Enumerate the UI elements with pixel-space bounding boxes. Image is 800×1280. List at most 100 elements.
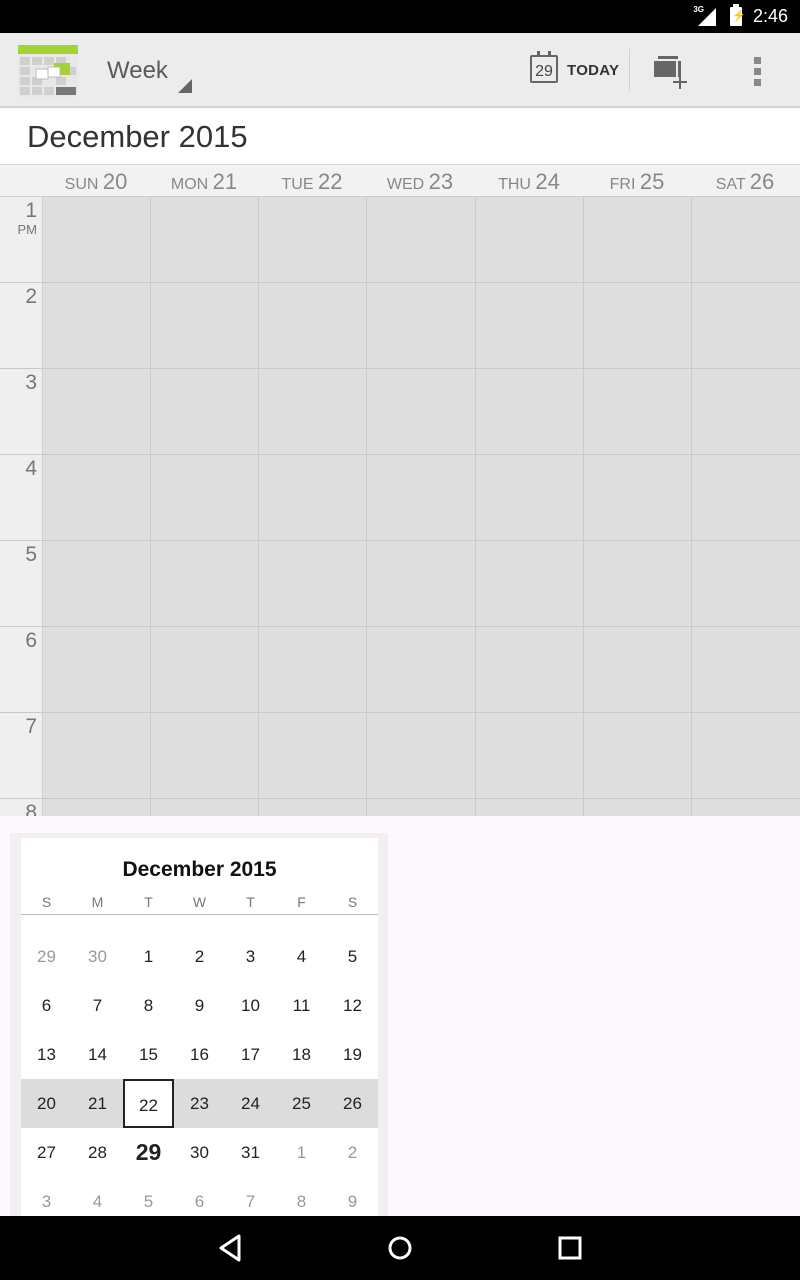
signal-icon bbox=[698, 8, 716, 26]
day-header-dow: TUE bbox=[281, 176, 318, 193]
mini-calendar-day[interactable]: 20 bbox=[21, 1079, 72, 1128]
mini-calendar-day[interactable]: 27 bbox=[21, 1128, 72, 1177]
day-header-dow: SAT bbox=[715, 176, 750, 193]
new-event-button[interactable] bbox=[648, 47, 698, 95]
mini-calendar-day[interactable]: 26 bbox=[327, 1079, 378, 1128]
mini-calendar-day[interactable]: 3 bbox=[225, 932, 276, 981]
mini-calendar-day[interactable]: 22 bbox=[123, 1079, 174, 1128]
day-column-divider bbox=[258, 197, 259, 816]
day-header-fri[interactable]: FRI 25 bbox=[583, 169, 691, 195]
recents-icon bbox=[558, 1236, 582, 1260]
day-header-dow: THU bbox=[498, 176, 536, 193]
day-header-date: 23 bbox=[428, 169, 454, 194]
mini-calendar-day[interactable]: 19 bbox=[327, 1030, 378, 1079]
mini-calendar-day[interactable]: 15 bbox=[123, 1030, 174, 1079]
hour-gridline bbox=[0, 798, 800, 799]
mini-calendar-dow: T bbox=[144, 894, 153, 910]
back-icon bbox=[219, 1234, 241, 1262]
mini-calendar-day[interactable]: 29 bbox=[123, 1128, 174, 1177]
mini-calendar-day[interactable]: 1 bbox=[123, 932, 174, 981]
day-header-tue[interactable]: TUE 22 bbox=[258, 169, 366, 195]
day-column-divider bbox=[691, 197, 692, 816]
mini-calendar-day[interactable]: 1 bbox=[276, 1128, 327, 1177]
today-button[interactable]: 29 TODAY bbox=[522, 45, 626, 97]
mini-calendar-day[interactable]: 7 bbox=[72, 981, 123, 1030]
day-header-mon[interactable]: MON 21 bbox=[150, 169, 258, 195]
mini-calendar-day[interactable]: 23 bbox=[174, 1079, 225, 1128]
day-column-divider bbox=[475, 197, 476, 816]
day-header-date: 22 bbox=[317, 169, 343, 194]
mini-calendar-day[interactable]: 29 bbox=[21, 932, 72, 981]
hour-label: 3 bbox=[25, 371, 37, 394]
recents-button[interactable] bbox=[552, 1230, 588, 1266]
day-header-date: 20 bbox=[102, 169, 128, 194]
hour-label: 7 bbox=[25, 715, 37, 738]
view-spinner-label: Week bbox=[107, 57, 168, 84]
mini-calendar-day[interactable]: 12 bbox=[327, 981, 378, 1030]
mini-calendar-day[interactable]: 8 bbox=[123, 981, 174, 1030]
mini-calendar-dow: F bbox=[297, 894, 306, 910]
mini-calendar-dow: T bbox=[246, 894, 255, 910]
mini-calendar-dow: S bbox=[347, 894, 358, 910]
mini-calendar-day[interactable]: 11 bbox=[276, 981, 327, 1030]
home-button[interactable] bbox=[382, 1230, 418, 1266]
mini-calendar-day[interactable]: 14 bbox=[72, 1030, 123, 1079]
mini-calendar-title: December 2015 bbox=[122, 858, 277, 881]
hour-label: 4 bbox=[25, 457, 37, 480]
mini-calendar-day[interactable]: 2 bbox=[174, 932, 225, 981]
home-icon bbox=[388, 1236, 412, 1260]
day-header-dow: WED bbox=[386, 176, 429, 193]
mini-calendar-day[interactable]: 5 bbox=[327, 932, 378, 981]
overflow-menu-button[interactable] bbox=[740, 47, 776, 95]
mini-calendar-divider bbox=[21, 914, 378, 915]
day-column-divider bbox=[583, 197, 584, 816]
view-spinner[interactable]: Week bbox=[96, 43, 196, 99]
mini-calendar-day[interactable]: 28 bbox=[72, 1128, 123, 1177]
mini-calendar-day[interactable]: 31 bbox=[225, 1128, 276, 1177]
overflow-menu-dot bbox=[754, 68, 761, 75]
hour-label: 5 bbox=[25, 543, 37, 566]
battery-icon: ⚡ bbox=[730, 4, 746, 26]
hour-gridline bbox=[0, 712, 800, 713]
hour-label: 1 bbox=[25, 199, 37, 222]
overflow-menu-dot bbox=[754, 79, 761, 86]
mini-calendar-day[interactable]: 18 bbox=[276, 1030, 327, 1079]
mini-calendar-day[interactable]: 9 bbox=[174, 981, 225, 1030]
calendar-today-icon: 29 bbox=[530, 51, 558, 83]
mini-calendar-day[interactable]: 2 bbox=[327, 1128, 378, 1177]
mini-calendar-day[interactable]: 17 bbox=[225, 1030, 276, 1079]
new-event-icon bbox=[654, 56, 687, 89]
mini-calendar-dow: S bbox=[41, 894, 52, 910]
day-header-sat[interactable]: SAT 26 bbox=[691, 169, 799, 195]
mini-calendar-day[interactable]: 25 bbox=[276, 1079, 327, 1128]
back-button[interactable] bbox=[213, 1230, 249, 1266]
week-grid[interactable]: 1 2 3 4 5 6 7 8 PM bbox=[0, 197, 800, 816]
mini-calendar-day[interactable]: 4 bbox=[276, 932, 327, 981]
day-header-wed[interactable]: WED 23 bbox=[366, 169, 474, 195]
hour-gridline bbox=[0, 626, 800, 627]
mini-calendar-day[interactable]: 21 bbox=[72, 1079, 123, 1128]
hour-label: 6 bbox=[25, 629, 37, 652]
action-bar: Week 29 TODAY bbox=[0, 33, 800, 108]
day-header-thu[interactable]: THU 24 bbox=[475, 169, 583, 195]
mini-calendar-day[interactable]: 13 bbox=[21, 1030, 72, 1079]
hour-gridline bbox=[0, 368, 800, 369]
mini-calendar-day[interactable]: 30 bbox=[174, 1128, 225, 1177]
mini-calendar-dow: M bbox=[91, 894, 104, 910]
mini-calendar-day[interactable]: 24 bbox=[225, 1079, 276, 1128]
day-column-divider bbox=[150, 197, 151, 816]
mini-calendar-day[interactable]: 16 bbox=[174, 1030, 225, 1079]
dropdown-triangle-icon bbox=[178, 79, 192, 93]
hour-label: 2 bbox=[25, 285, 37, 308]
mini-calendar: December 2015 S M T W T F S 29 30 1 2 3 4 5 6 7 8 9 10 11 12… bbox=[21, 838, 378, 1216]
mini-calendar-day[interactable]: 30 bbox=[72, 932, 123, 981]
day-header-date: 24 bbox=[535, 169, 560, 194]
mini-calendar-day[interactable]: 10 bbox=[225, 981, 276, 1030]
status-time: 2:46 bbox=[752, 6, 788, 26]
day-header-dow: SUN bbox=[64, 176, 103, 193]
mini-calendar-day[interactable]: 6 bbox=[21, 981, 72, 1030]
day-header-sun[interactable]: SUN 20 bbox=[42, 169, 150, 195]
calendar-app-icon[interactable] bbox=[18, 45, 78, 97]
hour-gridline bbox=[0, 540, 800, 541]
week-day-header: SUN 20 MON 21 TUE 22 WED 23 THU 24 FRI 25 SAT … bbox=[0, 164, 800, 198]
